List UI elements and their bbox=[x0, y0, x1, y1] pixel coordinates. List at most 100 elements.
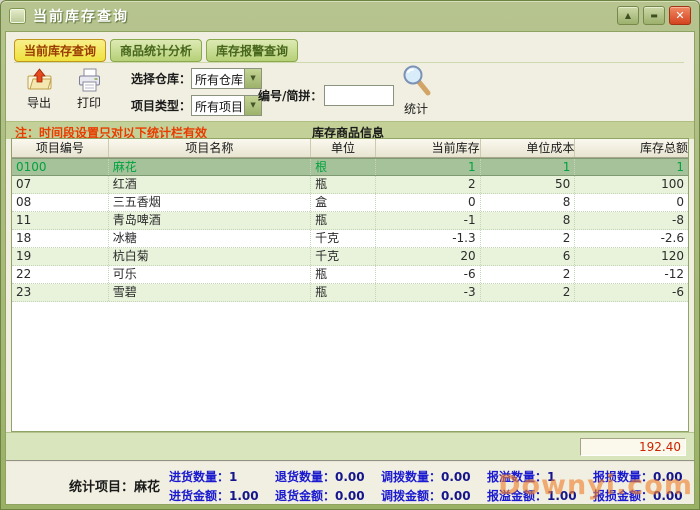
cell-name: 红酒 bbox=[109, 176, 311, 193]
cell-code: 23 bbox=[12, 284, 109, 301]
tab-product-statistics[interactable]: 商品统计分析 bbox=[110, 39, 202, 62]
stat-label: 进货金额： bbox=[169, 489, 229, 503]
cell-name: 可乐 bbox=[109, 266, 311, 283]
table-header: 项目编号 项目名称 单位 当前库存 单位成本 库存总额 bbox=[12, 139, 688, 158]
cell-stock: 0 bbox=[376, 194, 481, 211]
total-strip: 192.40 bbox=[6, 432, 694, 461]
cell-unit: 根 bbox=[311, 159, 376, 175]
statistics-panel: 统计项目：麻花 进货数量：1退货数量：0.00调拨数量：0.00报溢数量：1报损… bbox=[6, 460, 694, 504]
toolbar: 导出 打印 选择仓库： 所有仓库 ▼ bbox=[6, 63, 694, 120]
cell-name: 麻花 bbox=[109, 159, 311, 175]
column-header-cost[interactable]: 单位成本 bbox=[481, 139, 576, 157]
inventory-table: 项目编号 项目名称 单位 当前库存 单位成本 库存总额 0100麻花根11107… bbox=[11, 138, 689, 432]
stat-entry: 进货数量：1 bbox=[169, 468, 237, 485]
column-header-total[interactable]: 库存总额 bbox=[575, 139, 688, 157]
cell-total: -8 bbox=[575, 212, 688, 229]
cell-cost: 8 bbox=[481, 194, 576, 211]
cell-cost: 2 bbox=[481, 284, 576, 301]
table-row[interactable]: 23雪碧瓶-32-6 bbox=[12, 284, 688, 302]
cell-unit: 千克 bbox=[311, 230, 376, 247]
table-row[interactable]: 22可乐瓶-62-12 bbox=[12, 266, 688, 284]
window-title: 当前库存查询 bbox=[33, 6, 129, 26]
cell-stock: -3 bbox=[376, 284, 481, 301]
item-type-select[interactable]: 所有项目 ▼ bbox=[191, 95, 262, 116]
export-button[interactable]: 导出 bbox=[16, 67, 62, 111]
stat-value: 0.00 bbox=[441, 489, 471, 503]
code-input[interactable] bbox=[324, 85, 394, 106]
cell-code: 19 bbox=[12, 248, 109, 265]
code-label: 编号/简拼： bbox=[258, 87, 322, 104]
minimize-icon: ▬ bbox=[650, 11, 658, 20]
column-header-name[interactable]: 项目名称 bbox=[109, 139, 311, 157]
stat-value: 1 bbox=[547, 470, 555, 484]
tab-bar: 当前库存查询 商品统计分析 库存报警查询 bbox=[14, 39, 684, 63]
title-bar: 当前库存查询 ▲ ▬ ✕ bbox=[1, 1, 699, 31]
stat-value: 0.00 bbox=[653, 470, 683, 484]
cell-total: 120 bbox=[575, 248, 688, 265]
cell-code: 0100 bbox=[12, 159, 109, 175]
cell-total: -12 bbox=[575, 266, 688, 283]
print-button[interactable]: 打印 bbox=[66, 67, 112, 111]
window-content: 当前库存查询 商品统计分析 库存报警查询 导出 bbox=[5, 31, 695, 505]
table-row[interactable]: 11青岛啤酒瓶-18-8 bbox=[12, 212, 688, 230]
stat-label: 进货数量： bbox=[169, 470, 229, 484]
cell-cost: 6 bbox=[481, 248, 576, 265]
window-icon bbox=[9, 8, 26, 24]
cell-name: 雪碧 bbox=[109, 284, 311, 301]
item-type-label: 项目类型： bbox=[131, 97, 191, 114]
cell-total: -6 bbox=[575, 284, 688, 301]
cell-code: 08 bbox=[12, 194, 109, 211]
cell-cost: 50 bbox=[481, 176, 576, 193]
cell-total: 1 bbox=[575, 159, 688, 175]
statistics-label: 统计 bbox=[404, 102, 428, 116]
warehouse-select[interactable]: 所有仓库 ▼ bbox=[191, 68, 262, 89]
tab-current-inventory[interactable]: 当前库存查询 bbox=[14, 39, 106, 62]
window-controls: ▲ ▬ ✕ bbox=[617, 6, 691, 25]
column-header-stock[interactable]: 当前库存 bbox=[376, 139, 481, 157]
cell-total: -2.6 bbox=[575, 230, 688, 247]
stat-label: 退货金额： bbox=[275, 489, 335, 503]
table-row[interactable]: 08三五香烟盒080 bbox=[12, 194, 688, 212]
magnifier-icon bbox=[400, 64, 432, 97]
stat-entry: 调拨数量：0.00 bbox=[381, 468, 471, 485]
stat-label: 报溢金额： bbox=[487, 489, 547, 503]
stat-entry: 退货金额：0.00 bbox=[275, 487, 365, 504]
table-row[interactable]: 07红酒瓶250100 bbox=[12, 176, 688, 194]
cell-name: 冰糖 bbox=[109, 230, 311, 247]
cell-stock: -1.3 bbox=[376, 230, 481, 247]
cell-cost: 2 bbox=[481, 230, 576, 247]
stat-label: 退货数量： bbox=[275, 470, 335, 484]
stat-label: 报溢数量： bbox=[487, 470, 547, 484]
close-button[interactable]: ✕ bbox=[669, 6, 691, 25]
minimize-button[interactable]: ▬ bbox=[643, 6, 665, 25]
cell-name: 青岛啤酒 bbox=[109, 212, 311, 229]
cell-unit: 瓶 bbox=[311, 266, 376, 283]
shade-button[interactable]: ▲ bbox=[617, 6, 639, 25]
stat-item-value: 麻花 bbox=[134, 480, 160, 495]
tab-stock-alert[interactable]: 库存报警查询 bbox=[206, 39, 298, 62]
statistics-button[interactable]: 统计 bbox=[394, 64, 438, 117]
stat-entry: 退货数量：0.00 bbox=[275, 468, 365, 485]
stat-entry: 调拨金额：0.00 bbox=[381, 487, 471, 504]
cell-unit: 千克 bbox=[311, 248, 376, 265]
column-header-code[interactable]: 项目编号 bbox=[12, 139, 109, 157]
stat-value: 0.00 bbox=[335, 470, 365, 484]
stat-item: 统计项目：麻花 bbox=[69, 476, 160, 495]
cell-unit: 瓶 bbox=[311, 176, 376, 193]
cell-code: 18 bbox=[12, 230, 109, 247]
stat-value: 0.00 bbox=[335, 489, 365, 503]
table-row[interactable]: 0100麻花根111 bbox=[12, 158, 688, 176]
table-body: 0100麻花根11107红酒瓶25010008三五香烟盒08011青岛啤酒瓶-1… bbox=[12, 158, 688, 302]
stat-value: 0.00 bbox=[441, 470, 471, 484]
cell-code: 22 bbox=[12, 266, 109, 283]
stat-entry: 报损数量：0.00 bbox=[593, 468, 683, 485]
stat-entry: 报溢数量：1 bbox=[487, 468, 555, 485]
notice-bar: 注：时间段设置只对以下统计栏有效 库存商品信息 bbox=[6, 121, 694, 139]
stat-value: 1.00 bbox=[229, 489, 259, 503]
table-row[interactable]: 18冰糖千克-1.32-2.6 bbox=[12, 230, 688, 248]
app-window: 当前库存查询 ▲ ▬ ✕ 当前库存查询 商品统计分析 库存报警查询 导出 bbox=[0, 0, 700, 510]
cell-total: 100 bbox=[575, 176, 688, 193]
table-row[interactable]: 19杭白菊千克206120 bbox=[12, 248, 688, 266]
shade-icon: ▲ bbox=[625, 11, 631, 20]
column-header-unit[interactable]: 单位 bbox=[311, 139, 376, 157]
